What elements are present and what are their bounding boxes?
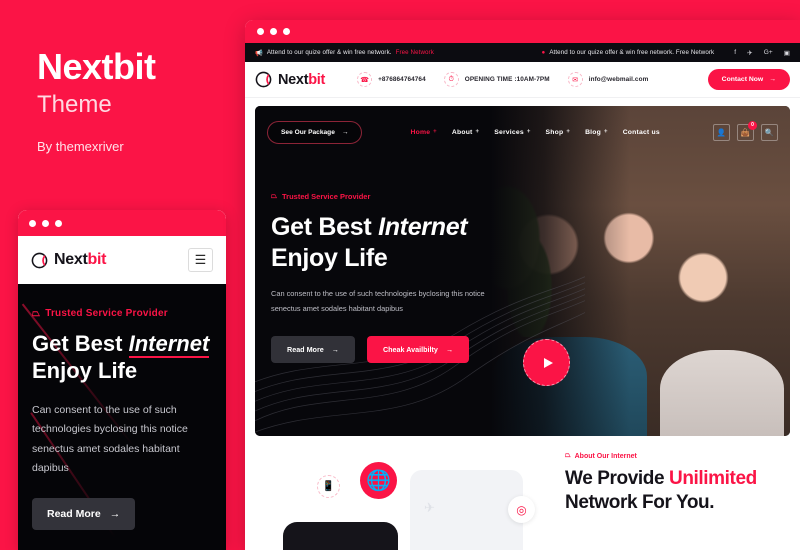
site-header: Nextbit ☎ +876864764764 ⏱ OPENING TIME :… <box>245 62 800 98</box>
hero-read-more-button[interactable]: Read More → <box>271 335 355 363</box>
arrow-right-icon: → <box>769 76 776 83</box>
mobile-hero-paragraph: Can consent to the use of such technolog… <box>32 403 188 474</box>
hero-eyebrow: ⏢ Trusted Service Provider <box>271 191 371 201</box>
header-opening-time: ⏱ OPENING TIME :10AM-7PM <box>443 72 550 87</box>
location-pin-icon: ● <box>541 49 546 56</box>
arrow-right-icon: → <box>109 508 121 521</box>
c-logo-icon <box>31 252 48 268</box>
about-section: ✈ ◎ 📱 🌐 ⏢ About Our Internet We Provide … <box>245 436 800 550</box>
badge-icon: ⏢ <box>271 191 277 200</box>
mobile-site-header: Nextbit ☰ <box>18 236 226 284</box>
cart-badge: 0 <box>748 120 757 130</box>
about-text-block: ⏢ About Our Internet We Provide Unilimit… <box>565 452 795 516</box>
primary-navigation: See Our Package → Home + About + Services +… <box>255 106 790 148</box>
promo-block: Nextbit Theme By themexriver <box>37 48 247 154</box>
nav-item-shop[interactable]: Shop + <box>546 129 571 136</box>
arrow-right-icon: → <box>331 344 339 354</box>
mobile-phone-icon: 📱 <box>317 475 340 498</box>
header-contact-info: ☎ +876864764764 ⏱ OPENING TIME :10AM-7PM… <box>357 72 648 87</box>
hero-paragraph: Can consent to the use of such technolog… <box>271 289 485 313</box>
nav-menu: Home+ About+ Services+ Shop+ Blog+ <box>410 129 659 136</box>
about-black-card <box>283 522 398 550</box>
phone-icon: ☎ <box>357 72 373 87</box>
target-icon: ◎ <box>508 496 535 523</box>
window-dot-close-icon[interactable] <box>29 219 36 227</box>
google-plus-icon[interactable]: G+ <box>764 49 773 56</box>
window-dot-maximize-icon[interactable] <box>55 219 62 227</box>
chevron-down-icon: + <box>475 129 480 135</box>
contact-now-button[interactable]: Contact Now → <box>707 69 790 90</box>
chevron-down-icon: + <box>603 129 608 135</box>
badge-icon: ⏢ <box>32 308 41 319</box>
c-logo-icon <box>255 71 272 88</box>
desktop-logo-text: Nextbit <box>278 71 326 88</box>
header-phone[interactable]: ☎ +876864764764 <box>357 72 426 87</box>
hero-content: ⏢ Trusted Service Provider Get Best Inte… <box>255 148 535 363</box>
hero-section: See Our Package → Home + About + Services +… <box>255 106 790 436</box>
desktop-window-titlebar <box>245 20 800 43</box>
mobile-window-titlebar <box>18 210 226 236</box>
hero-heading: Get Best Internet Enjoy Life <box>271 213 468 272</box>
mobile-hero-section: ⏢ Trusted Service Provider Get Best Inte… <box>18 284 226 550</box>
window-dot-close-icon[interactable] <box>257 28 264 35</box>
announcement-right: ● Attend to our quize offer & win free n… <box>541 49 790 57</box>
mobile-logo[interactable]: Nextbit <box>31 251 106 269</box>
play-button-icon[interactable] <box>523 339 570 386</box>
nav-item-contact-us[interactable]: Contact us <box>623 129 660 136</box>
badge-icon: ⏢ <box>565 452 571 459</box>
about-eyebrow: ⏢ About Our Internet <box>565 452 637 460</box>
nav-item-blog[interactable]: Blog + <box>585 129 608 136</box>
hamburger-menu-icon[interactable]: ☰ <box>188 248 213 272</box>
about-heading: We Provide Unilimited Network For You. <box>565 468 757 514</box>
desktop-mockup: 📢 Attend to our quize offer & win free n… <box>245 20 800 550</box>
social-links: f ✈ G+ ▣ <box>734 49 790 57</box>
nav-item-services[interactable]: Services + <box>494 129 530 136</box>
window-dot-minimize-icon[interactable] <box>270 28 277 35</box>
instagram-icon[interactable]: ▣ <box>784 49 790 57</box>
user-account-icon[interactable]: 👤 <box>713 123 730 141</box>
announcement-bar: 📢 Attend to our quize offer & win free n… <box>245 43 800 62</box>
desktop-logo[interactable]: Nextbit <box>255 71 325 88</box>
promo-byline: By themexriver <box>37 139 124 155</box>
mobile-mockup: Nextbit ☰ ⏢ Trusted Service Provider Get… <box>18 210 226 550</box>
globe-icon: 🌐 <box>360 462 397 499</box>
cart-icon[interactable]: 👜 0 <box>737 120 757 141</box>
window-dot-maximize-icon[interactable] <box>283 28 290 35</box>
clock-icon: ⏱ <box>443 72 459 87</box>
nav-item-home[interactable]: Home + <box>410 129 436 136</box>
mail-icon: ✉ <box>567 72 583 87</box>
chevron-down-icon: + <box>566 129 571 135</box>
hero-buttons: Read More → Cheak Availbilty → <box>271 335 535 363</box>
chevron-down-icon: + <box>433 129 437 135</box>
arrow-right-icon: → <box>341 128 349 136</box>
mobile-hero-eyebrow: ⏢ Trusted Service Provider <box>32 308 168 319</box>
nav-item-about[interactable]: About + <box>452 129 479 136</box>
hero-check-availability-button[interactable]: Cheak Availbilty → <box>366 335 470 363</box>
promo-subtitle: Theme <box>37 90 112 118</box>
header-email[interactable]: ✉ info@webmail.com <box>567 72 649 87</box>
paper-plane-icon: ✈ <box>424 500 435 515</box>
twitter-icon[interactable]: ✈ <box>747 49 753 57</box>
window-dot-minimize-icon[interactable] <box>42 219 49 227</box>
mobile-read-more-button[interactable]: Read More → <box>32 498 136 531</box>
chevron-down-icon: + <box>526 129 531 135</box>
nav-action-icons: 👤 👜 0 🔍 <box>713 120 778 141</box>
megaphone-icon: 📢 <box>255 49 263 57</box>
mobile-hero-heading: Get Best Internet Enjoy Life <box>32 331 210 383</box>
page-title: Nextbit <box>37 46 156 87</box>
facebook-icon[interactable]: f <box>734 49 736 56</box>
about-grey-card: ✈ ◎ <box>410 470 535 550</box>
see-our-package-button[interactable]: See Our Package → <box>267 120 363 144</box>
search-icon[interactable]: 🔍 <box>761 123 778 141</box>
about-illustration: ✈ ◎ 📱 🌐 <box>255 452 545 550</box>
page-root: Nextbit Theme By themexriver Nextbit ☰ ⏢… <box>0 0 800 550</box>
mobile-logo-text: Nextbit <box>54 251 107 268</box>
arrow-right-icon: → <box>445 344 454 354</box>
announcement-left: 📢 Attend to our quize offer & win free n… <box>255 49 434 57</box>
